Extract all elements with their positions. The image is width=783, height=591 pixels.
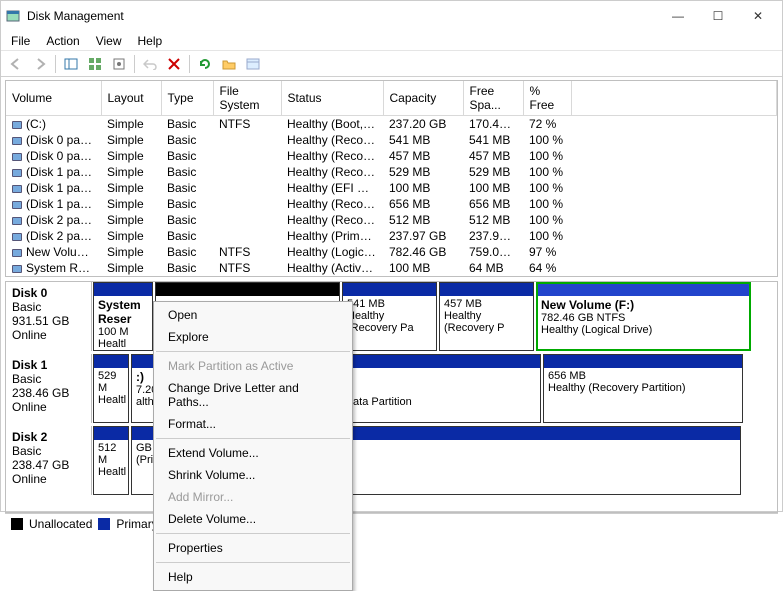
volume-row[interactable]: (Disk 0 partition 3)SimpleBasicHealthy (…	[6, 148, 777, 164]
partition[interactable]: 457 MBHealthy (Recovery P	[439, 282, 534, 351]
col-volume[interactable]: Volume	[6, 81, 101, 116]
ctx-delete[interactable]: Delete Volume...	[154, 508, 352, 530]
ctx-shrink[interactable]: Shrink Volume...	[154, 464, 352, 486]
col-pct[interactable]: % Free	[523, 81, 571, 116]
partition[interactable]: System Reser100 MHealtl	[93, 282, 153, 351]
col-fs[interactable]: File System	[213, 81, 281, 116]
menu-action[interactable]: Action	[38, 32, 87, 50]
window-titlebar: Disk Management — ☐ ✕	[1, 1, 782, 31]
volume-list: Volume Layout Type File System Status Ca…	[5, 80, 778, 277]
legend-unalloc: Unallocated	[29, 517, 92, 531]
volume-row[interactable]: (Disk 2 partition 2)SimpleBasicHealthy (…	[6, 228, 777, 244]
ctx-change-letter[interactable]: Change Drive Letter and Paths...	[154, 377, 352, 413]
legend-unalloc-swatch	[11, 518, 23, 530]
legend: Unallocated Primary Logical drive	[5, 513, 778, 533]
volume-row[interactable]: (Disk 2 partition 1)SimpleBasicHealthy (…	[6, 212, 777, 228]
minimize-button[interactable]: —	[658, 2, 698, 30]
ctx-mark-active: Mark Partition as Active	[154, 355, 352, 377]
ctx-open[interactable]: Open	[154, 304, 352, 326]
legend-primary: Primary	[116, 517, 157, 531]
volume-row[interactable]: System Reserved (...SimpleBasicNTFSHealt…	[6, 260, 777, 276]
forward-icon[interactable]	[29, 53, 51, 75]
menu-file[interactable]: File	[3, 32, 38, 50]
panel-icon[interactable]	[60, 53, 82, 75]
ctx-help[interactable]: Help	[154, 566, 352, 588]
ctx-add-mirror: Add Mirror...	[154, 486, 352, 508]
disk-label[interactable]: Disk 1Basic238.46 GBOnline	[6, 354, 92, 423]
ctx-format[interactable]: Format...	[154, 413, 352, 435]
delete-icon[interactable]	[163, 53, 185, 75]
refresh-icon[interactable]	[194, 53, 216, 75]
col-status[interactable]: Status	[281, 81, 383, 116]
menu-bar: File Action View Help	[1, 31, 782, 51]
ctx-extend[interactable]: Extend Volume...	[154, 442, 352, 464]
close-button[interactable]: ✕	[738, 2, 778, 30]
col-free[interactable]: Free Spa...	[463, 81, 523, 116]
volume-row[interactable]: (Disk 1 partition 2)SimpleBasicHealthy (…	[6, 180, 777, 196]
undo-icon[interactable]	[139, 53, 161, 75]
legend-primary-swatch	[98, 518, 110, 530]
col-type[interactable]: Type	[161, 81, 213, 116]
settings-icon[interactable]	[108, 53, 130, 75]
volume-row[interactable]: (C:)SimpleBasicNTFSHealthy (Boot, Page .…	[6, 116, 777, 133]
window-title: Disk Management	[27, 9, 658, 23]
disk-map: Disk 0Basic931.51 GBOnlineSystem Reser10…	[5, 281, 778, 513]
ctx-properties[interactable]: Properties	[154, 537, 352, 559]
disk-label[interactable]: Disk 0Basic931.51 GBOnline	[6, 282, 92, 351]
folder-icon[interactable]	[218, 53, 240, 75]
partition[interactable]: 541 MBHealthy (Recovery Pa	[342, 282, 437, 351]
col-capacity[interactable]: Capacity	[383, 81, 463, 116]
back-icon[interactable]	[5, 53, 27, 75]
menu-view[interactable]: View	[88, 32, 130, 50]
properties-icon[interactable]	[242, 53, 264, 75]
maximize-button[interactable]: ☐	[698, 2, 738, 30]
volume-row[interactable]: New Volume (F:)SimpleBasicNTFSHealthy (L…	[6, 244, 777, 260]
disk-label[interactable]: Disk 2Basic238.47 GBOnline	[6, 426, 92, 495]
partition[interactable]: 656 MBHealthy (Recovery Partition)	[543, 354, 743, 423]
partition[interactable]: New Volume (F:)782.46 GB NTFSHealthy (Lo…	[536, 282, 751, 351]
app-icon	[5, 8, 21, 24]
volume-row[interactable]: (Disk 0 partition 2)SimpleBasicHealthy (…	[6, 132, 777, 148]
context-menu: Open Explore Mark Partition as Active Ch…	[153, 301, 353, 591]
toolbar	[1, 51, 782, 77]
ctx-explore[interactable]: Explore	[154, 326, 352, 348]
grid-icon[interactable]	[84, 53, 106, 75]
volume-row[interactable]: (Disk 1 partition 1)SimpleBasicHealthy (…	[6, 164, 777, 180]
col-layout[interactable]: Layout	[101, 81, 161, 116]
partition[interactable]: 529 MHealtl	[93, 354, 129, 423]
volume-row[interactable]: (Disk 1 partition 5)SimpleBasicHealthy (…	[6, 196, 777, 212]
partition[interactable]: 512 MHealtl	[93, 426, 129, 495]
menu-help[interactable]: Help	[130, 32, 171, 50]
